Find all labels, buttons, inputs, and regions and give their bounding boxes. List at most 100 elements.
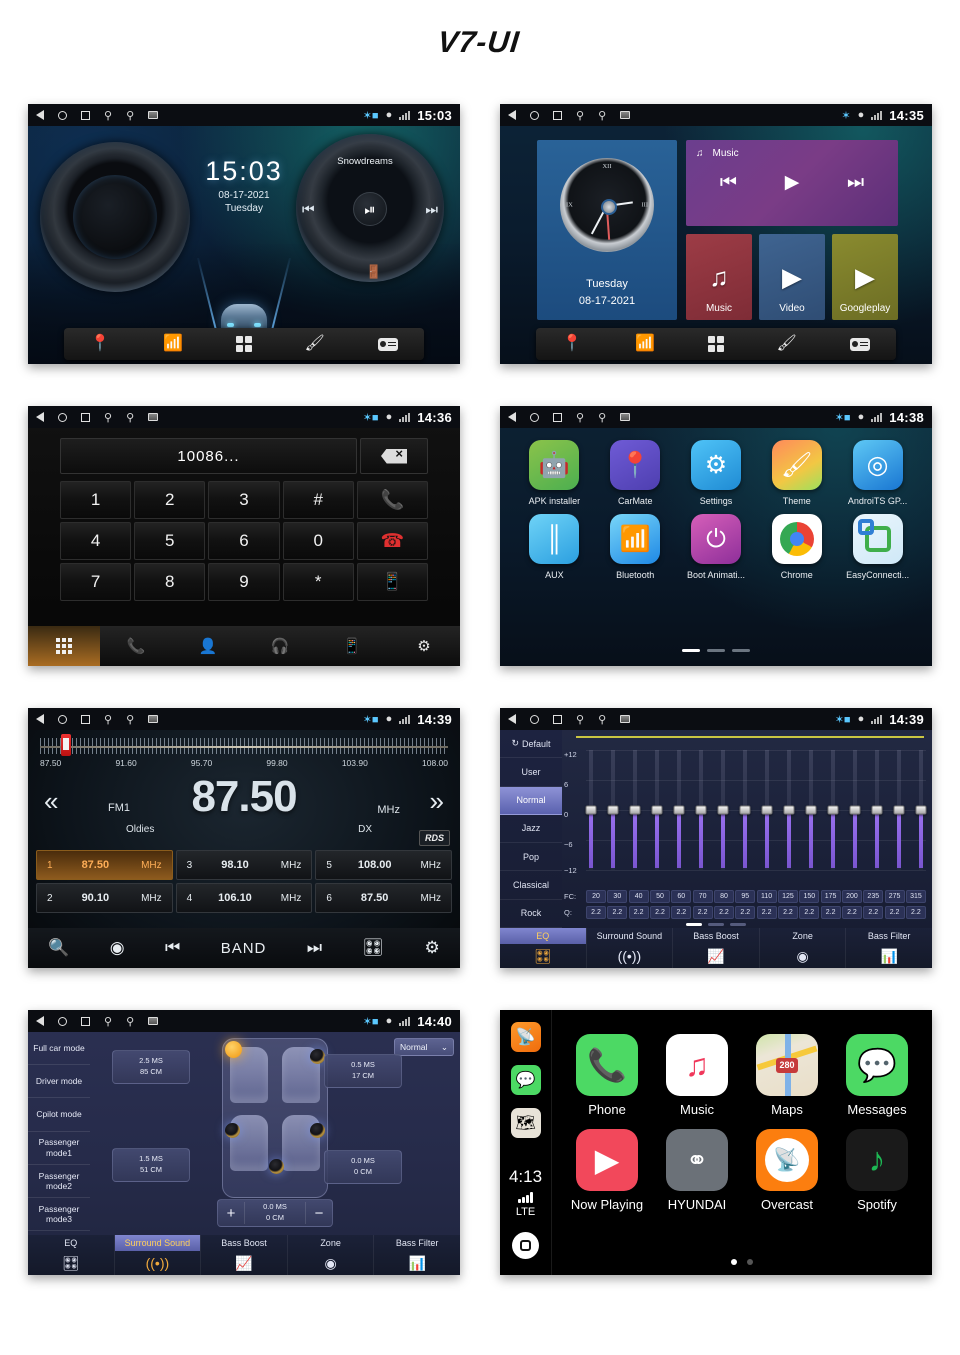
preset-button[interactable]: 4 106.10 MHz [175,883,313,913]
preset-button[interactable]: 5 108.00 MHz [315,850,452,880]
preset-grid[interactable]: 1 87.50 MHz 3 98.10 MHz 5 108.00 MHz 2 9… [36,850,452,913]
app-theme[interactable]: 🖌 Theme [756,440,837,506]
carplay-app-phone[interactable]: 📞 Phone [562,1034,652,1117]
carplay-sidebar[interactable]: 📡 💬 🗺 4:13 LTE [500,1010,552,1275]
bluetooth-icon[interactable]: 📶 [163,336,183,352]
fc-cell[interactable]: 110 [756,890,777,903]
app-aux[interactable]: ║ AUX [514,514,595,580]
tune-up-button[interactable]: » [430,786,444,817]
pager-dot-2[interactable] [707,649,725,652]
screenshot-icon[interactable] [148,111,159,119]
eq-band-slider[interactable] [739,750,751,870]
pager-dot-1[interactable] [731,1259,737,1265]
key-3[interactable]: 3 [208,481,280,519]
back-triangle-icon[interactable] [36,714,44,724]
panel-widget-screen[interactable]: ⚲ ⚲ ✶ ● 14:35 XII III IX Tuesday 08-17-2… [500,104,932,364]
messages-icon[interactable]: 💬 [510,1065,541,1095]
tab-bass-boost[interactable]: Bass Boost 📈 [673,928,760,968]
eq-preset-classical[interactable]: Classical [500,871,562,900]
fc-cell[interactable]: 30 [607,890,628,903]
analog-clock-widget[interactable]: XII III IX Tuesday 08-17-2021 [537,140,677,320]
radio-bottom-bar[interactable]: 🔍 ◉ ⏮ BAND ⏭ 🎛 ⚙ [28,928,460,968]
key-4[interactable]: 4 [60,522,132,560]
eq-band-slider[interactable] [629,750,641,870]
prev-track-icon[interactable]: ⏮ [302,201,315,218]
q-cell[interactable]: 2.2 [692,906,713,919]
bluetooth-icon[interactable]: 📶 [635,336,655,352]
dialed-number-field[interactable]: 10086... [60,438,357,474]
eq-band-slider[interactable] [585,750,596,870]
apps-grid-icon[interactable] [235,336,252,352]
transfer-call-button[interactable]: 📱 [356,563,428,601]
key-hash[interactable]: # [282,481,354,519]
fc-cell[interactable]: 70 [692,890,713,903]
home-circle-icon[interactable] [58,110,67,120]
location-icon[interactable]: 📍 [562,336,582,352]
mode-cpilot[interactable]: Cpilot mode [28,1098,90,1132]
fc-cell[interactable]: 80 [713,890,734,903]
screenshot-icon[interactable] [148,1017,159,1025]
decrease-button[interactable]: − [306,1205,332,1222]
music-widget-controls[interactable]: ⏮ ▶ ⏭ [696,171,888,194]
delay-rear-left[interactable]: 1.5 MS 51 CM [112,1148,190,1182]
recents-square-icon[interactable] [81,412,90,422]
equalizer-icon[interactable]: 🎛 [362,938,384,958]
key-5[interactable]: 5 [134,522,206,560]
fc-cell[interactable]: 275 [884,890,905,903]
app-settings[interactable]: ⚙ Settings [676,440,757,506]
delay-front-left[interactable]: 2.5 MS 85 CM [112,1050,190,1084]
app-apk-installer[interactable]: 🤖 APK installer [514,440,595,506]
overcast-icon[interactable]: 📡 [510,1022,541,1052]
pager-dot-2[interactable] [708,923,724,926]
key-9[interactable]: 9 [208,563,280,601]
back-triangle-icon[interactable] [508,110,516,120]
clock-widget[interactable]: 15:03 08-17-2021 Tuesday [205,156,283,214]
carplay-app-grid[interactable]: 📞 Phone ♫ Music 280 Maps 💬 Messages ▶ No… [562,1034,922,1212]
search-icon[interactable]: 🔍 [48,938,69,958]
tile-video[interactable]: ▶ Video [759,234,825,320]
preset-button[interactable]: 1 87.50 MHz [36,850,173,880]
mode-passenger-1[interactable]: Passenger mode1 [28,1132,90,1165]
key-1[interactable]: 1 [60,481,132,519]
tile-googleplay[interactable]: ▶ Googleplay [832,234,898,320]
fc-cell[interactable]: 20 [586,890,606,903]
back-triangle-icon[interactable] [508,412,516,422]
play-icon[interactable]: ▶ [785,171,800,194]
next-track-icon[interactable]: ⏭ [847,172,864,194]
recents-square-icon[interactable] [553,714,562,724]
q-cell[interactable]: 2.2 [884,906,905,919]
increase-button[interactable]: + [218,1205,244,1222]
delay-rear-right[interactable]: 0.0 MS 0 CM [324,1150,402,1184]
theme-brush-icon[interactable]: 🖌 [305,336,325,352]
scan-antenna-icon[interactable]: ◉ [110,938,125,958]
recents-square-icon[interactable] [81,714,90,724]
back-triangle-icon[interactable] [36,110,44,120]
fc-cell[interactable]: 150 [799,890,820,903]
tab-zone[interactable]: Zone ◉ [288,1235,375,1275]
home-circle-icon[interactable] [530,110,539,120]
pager-dot-3[interactable] [732,649,750,652]
mode-passenger-3[interactable]: Passenger mode3 [28,1198,90,1232]
q-cell[interactable]: 2.2 [628,906,649,919]
carplay-home-icon[interactable] [512,1232,539,1259]
app-chrome[interactable]: Chrome [756,514,837,580]
panel-radio[interactable]: ⚲ ⚲ ✶■ ● 14:39 87.50 91.60 95.70 99.80 1… [28,708,460,968]
home-circle-icon[interactable] [530,412,539,422]
eq-band-slider[interactable] [607,750,619,870]
carplay-pager[interactable] [562,1259,922,1265]
back-triangle-icon[interactable] [508,714,516,724]
eq-band-slider[interactable] [783,750,795,870]
app-boot-animation[interactable]: ⏻ Boot Animati... [676,514,757,580]
location-icon[interactable]: 📍 [90,336,110,352]
phone-bottom-bar[interactable]: 📞 👤 🎧 📱 ⚙ [28,626,460,666]
dock-bar[interactable]: 📍 📶 🖌 [536,328,896,360]
tab-phone-sync[interactable]: 📱 [316,626,388,666]
surround-mode-list[interactable]: Full car mode Driver mode Cpilot mode Pa… [28,1032,90,1232]
eq-preset-list[interactable]: ↻ Default User Normal Jazz Pop Classical… [500,730,562,928]
eq-band-slider[interactable] [893,750,905,870]
fc-cell[interactable]: 235 [863,890,884,903]
pager-dot-2[interactable] [747,1259,753,1265]
recents-square-icon[interactable] [553,412,562,422]
key-6[interactable]: 6 [208,522,280,560]
eq-band-slider[interactable] [805,750,817,870]
